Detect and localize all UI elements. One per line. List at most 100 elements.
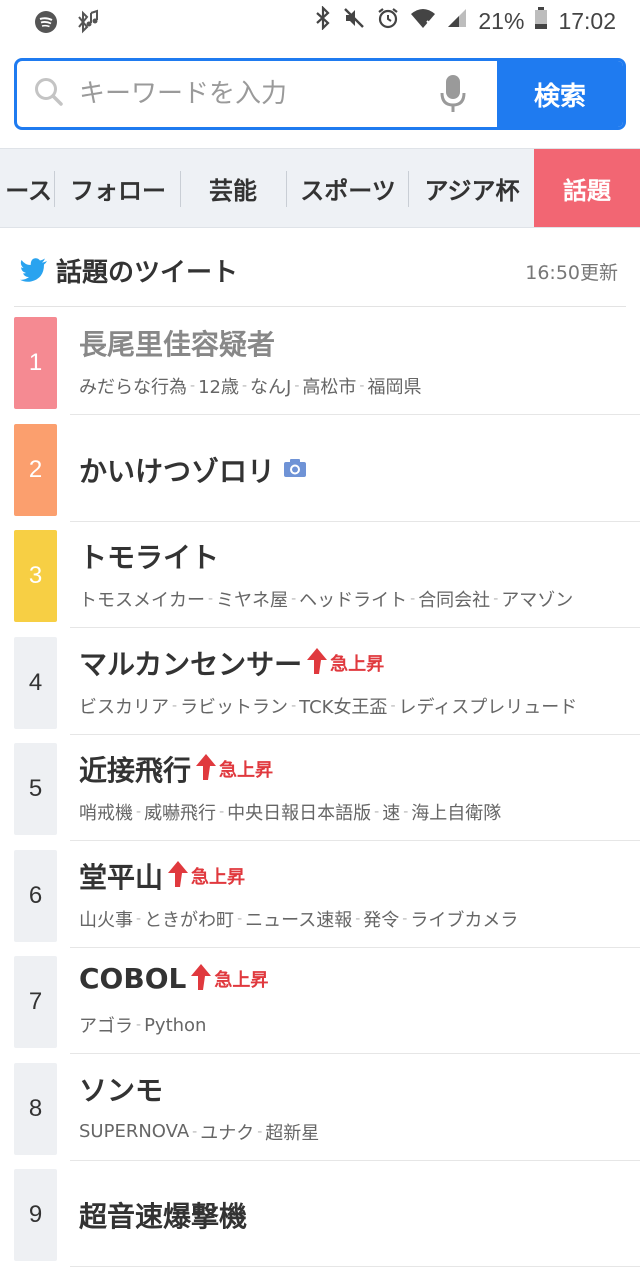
list-item[interactable]: 7 COBOL 急上昇 アゴラ - Python: [0, 948, 640, 1054]
list-item[interactable]: 4 マルカンセンサー 急上昇 ビスカリア - ラビットラン - TCK女王盃 - レディスプレリュ…: [0, 629, 640, 735]
rank-badge: 2: [14, 423, 57, 516]
item-title-line: マルカンセンサー 急上昇: [79, 643, 384, 683]
tab-asian-cup[interactable]: アジア杯: [410, 149, 534, 227]
tag-separator: -: [136, 910, 142, 927]
related-tag[interactable]: アマゾン: [501, 586, 573, 612]
related-tag[interactable]: 山火事: [79, 906, 133, 932]
related-tags: みだらな行為 -12歳 - なんJ - 高松市 - 福岡県: [79, 373, 421, 399]
item-title[interactable]: マルカンセンサー: [79, 643, 302, 683]
related-tag[interactable]: ヘッドライト: [299, 586, 407, 612]
related-tag[interactable]: レディスプレリュード: [399, 693, 578, 719]
rising-label: 急上昇: [330, 653, 385, 675]
tab-news[interactable]: ース: [0, 149, 52, 227]
item-title-line: 堂平山 急上昇: [79, 856, 245, 896]
related-tag[interactable]: ユナク: [200, 1119, 254, 1145]
related-tag[interactable]: 哨戒機: [79, 799, 133, 825]
tab-sports[interactable]: スポーツ: [288, 149, 408, 227]
related-tag[interactable]: 威嚇飛行: [144, 799, 216, 825]
search-input[interactable]: [79, 79, 419, 109]
tag-separator: -: [410, 591, 416, 607]
tab-follow[interactable]: フォロー: [56, 149, 180, 227]
row-divider: [70, 1266, 640, 1267]
update-time: 16:50更新: [525, 262, 618, 284]
tag-separator: -: [172, 697, 178, 714]
rank-badge: 6: [14, 849, 57, 942]
related-tags: SUPERNOVA - ユナク - 超新星: [79, 1119, 319, 1145]
item-title[interactable]: 長尾里佳容疑者: [79, 323, 275, 363]
status-bar: 21% 17:02: [0, 0, 640, 46]
tag-separator: -: [294, 378, 300, 394]
tag-separator: -: [136, 1017, 142, 1033]
related-tags: トモスメイカー - ミヤネ屋 - ヘッドライト - 合同会社 - アマゾン: [79, 586, 573, 612]
microphone-icon[interactable]: [439, 73, 467, 119]
related-tag[interactable]: なんJ: [250, 373, 291, 399]
search-icon: [33, 76, 65, 112]
related-tag[interactable]: ビスカリア: [79, 693, 169, 719]
related-tag[interactable]: 超新星: [265, 1119, 319, 1145]
up-arrow-icon: [190, 963, 212, 995]
related-tag[interactable]: ラビットラン: [180, 693, 288, 719]
item-title-line: 長尾里佳容疑者: [79, 323, 275, 363]
tag-separator: -: [403, 804, 409, 820]
up-arrow-icon: [195, 753, 217, 785]
item-title[interactable]: 超音速爆撃機: [79, 1195, 247, 1235]
item-title[interactable]: 堂平山: [79, 856, 163, 896]
related-tag[interactable]: 12歳: [198, 373, 239, 399]
related-tag[interactable]: ライブカメラ: [410, 906, 518, 932]
list-item[interactable]: 3 トモライト トモスメイカー - ミヤネ屋 - ヘッドライト - 合同会社 - アマゾン: [0, 522, 640, 628]
list-item[interactable]: 9 超音速爆撃機: [0, 1161, 640, 1267]
tab-divider: [408, 171, 409, 207]
bluetooth-music-icon: [74, 8, 102, 36]
list-item[interactable]: 2 かいけつゾロリ: [0, 416, 640, 522]
related-tag[interactable]: SUPERNOVA: [79, 1121, 189, 1142]
list-item[interactable]: 6 堂平山 急上昇 山火事 - ときがわ町 - ニュース速報 - 発令 - ライブカメラ: [0, 842, 640, 948]
related-tag[interactable]: ミヤネ屋: [216, 586, 288, 612]
rising-label: 急上昇: [214, 969, 269, 991]
rank-badge: 4: [14, 636, 57, 729]
related-tag[interactable]: ニュース速報: [245, 906, 352, 932]
bluetooth-icon: [314, 5, 332, 36]
tag-separator: -: [208, 591, 214, 607]
related-tag[interactable]: アゴラ: [79, 1012, 133, 1038]
related-tag[interactable]: ときがわ町: [144, 906, 234, 932]
related-tag[interactable]: 高松市: [302, 373, 356, 399]
item-title[interactable]: ソンモ: [79, 1069, 163, 1109]
related-tag[interactable]: 合同会社: [418, 586, 490, 612]
related-tag[interactable]: TCK女王盃: [299, 693, 387, 719]
tag-separator: -: [291, 591, 297, 607]
related-tag[interactable]: トモスメイカー: [79, 586, 205, 612]
related-tag[interactable]: 中央日報日本語版: [227, 799, 371, 825]
item-title[interactable]: かいけつゾロリ: [79, 450, 275, 490]
related-tag[interactable]: 発令: [363, 906, 399, 932]
list-item[interactable]: 5 近接飛行 急上昇 哨戒機 - 威嚇飛行 - 中央日報日本語版 - 速 - 海上自衛隊: [0, 735, 640, 841]
item-title[interactable]: トモライト: [79, 536, 219, 576]
category-tabs: ース フォロー 芸能 スポーツ アジア杯 話題: [0, 148, 640, 228]
list-item[interactable]: 1 長尾里佳容疑者 みだらな行為 -12歳 - なんJ - 高松市 - 福岡県: [0, 309, 640, 415]
related-tag[interactable]: 海上自衛隊: [411, 799, 501, 825]
camera-icon: [283, 458, 307, 482]
twitter-bird-icon: [20, 258, 48, 286]
tag-separator: -: [402, 910, 408, 927]
related-tag[interactable]: Python: [144, 1015, 206, 1036]
rising-badge: 急上昇: [190, 963, 268, 995]
tag-separator: -: [190, 378, 196, 394]
tag-separator: -: [136, 804, 142, 820]
item-title[interactable]: 近接飛行: [79, 749, 191, 789]
related-tag[interactable]: 福岡県: [367, 373, 421, 399]
search-bar: 検索: [14, 58, 626, 130]
signal-icon: [446, 7, 468, 35]
related-tag[interactable]: みだらな行為: [79, 373, 187, 399]
up-arrow-icon: [167, 860, 189, 892]
tag-separator: -: [241, 378, 248, 394]
rank-badge: 5: [14, 743, 57, 835]
mute-icon: [342, 6, 366, 36]
related-tags: 山火事 - ときがわ町 - ニュース速報 - 発令 - ライブカメラ: [79, 906, 518, 932]
list-item[interactable]: 8 ソンモ SUPERNOVA - ユナク - 超新星: [0, 1055, 640, 1161]
item-title[interactable]: COBOL: [79, 962, 186, 995]
item-title-line: 超音速爆撃機: [79, 1195, 247, 1235]
tab-entertainment[interactable]: 芸能: [182, 149, 284, 227]
related-tag[interactable]: 速: [382, 799, 400, 825]
search-button[interactable]: 検索: [497, 61, 623, 127]
wifi-icon: [410, 7, 436, 35]
tab-trending[interactable]: 話題: [534, 149, 640, 227]
